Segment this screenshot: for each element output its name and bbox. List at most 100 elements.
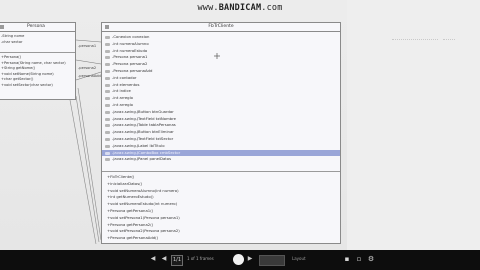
- layout-icon[interactable]: ▫: [355, 255, 363, 264]
- previous-icon[interactable]: ◀: [149, 254, 157, 264]
- attribute-row[interactable]: -int indice: [105, 88, 338, 95]
- field-icon: [105, 124, 110, 128]
- field-icon: [105, 56, 110, 60]
- method-text: +Persona getPersonaAdd(): [107, 235, 159, 241]
- crosshair-cursor-icon: [214, 53, 220, 59]
- attribute-row[interactable]: -javax.swing.JButton btnEliminar: [105, 129, 338, 136]
- attribute-row[interactable]: -javax.swing.JComboBox cmbSector: [102, 149, 340, 157]
- association-line: [75, 59, 102, 65]
- record-icon[interactable]: ▪: [343, 255, 351, 264]
- attribute-text: -javax.swing.JButton btnEliminar: [112, 129, 174, 135]
- skip-back-icon[interactable]: ◀: [160, 254, 168, 264]
- attribute-text: -Persona personaAdd: [112, 67, 153, 73]
- attribute-row[interactable]: -javax.swing.JTextField txtSector: [105, 136, 338, 143]
- attribute-text: -javax.swing.JLabel lblTitulo: [112, 142, 165, 148]
- attribute-row[interactable]: -javax.swing.JLabel lblTitulo: [105, 143, 338, 150]
- method-row[interactable]: +void setPersona1(Persona persona1): [105, 215, 338, 222]
- method-row[interactable]: +void setNumeroEstudo(int numero): [105, 201, 338, 208]
- attribute-text: -Conexion conexion: [112, 34, 150, 39]
- attribute-text: -int arreglo: [112, 101, 133, 107]
- class-box-persona[interactable]: Persona -String nome -char sector +Perso…: [0, 22, 76, 100]
- attribute-row[interactable]: -int arreglo: [105, 95, 338, 102]
- attribute-row[interactable]: -Conexion conexion: [105, 34, 338, 41]
- zoom-slider[interactable]: [259, 255, 285, 266]
- association-label: -persona1: [78, 44, 97, 48]
- method-row[interactable]: +Persona getPersona2(): [105, 222, 338, 229]
- page-input[interactable]: 1/1: [171, 255, 183, 266]
- class-box-fbtrcliente[interactable]: FbTrCliente -Conexion conexion -int numer…: [101, 22, 341, 244]
- field-icon: [105, 103, 110, 107]
- attribute-text: -Persona persona1: [112, 54, 148, 60]
- attribute-row[interactable]: -javax.swing.JPanel panelDatos: [105, 156, 338, 163]
- settings-icon[interactable]: ⚙: [367, 255, 375, 264]
- attribute-row[interactable]: -javax.swing.JButton btnGuardar: [105, 109, 338, 116]
- field-icon: [105, 97, 110, 101]
- field-icon: [105, 137, 110, 141]
- method-row[interactable]: +inicializarDatos(): [105, 181, 338, 188]
- class-name: FbTrCliente: [208, 24, 234, 29]
- methods-section: +FbTrCliente() +inicializarDatos() +void s…: [102, 172, 340, 244]
- method-text: +Persona getPersona2(): [107, 221, 154, 227]
- attribute-text: -javax.swing.JComboBox cmbSector: [112, 149, 181, 155]
- method-row[interactable]: +FbTrCliente(): [105, 174, 338, 181]
- method-text: +void setNumeroAlumno(int numero): [107, 187, 179, 193]
- attribute-row[interactable]: -Persona persona2: [105, 61, 338, 68]
- mode-selector[interactable]: Layout: [292, 254, 332, 264]
- method-row[interactable]: +void setNumeroAlumno(int numero): [105, 188, 338, 195]
- attribute-row[interactable]: -int contador: [105, 75, 338, 82]
- attribute-text: -int contador: [112, 74, 137, 80]
- attribute-text: -int numeroAlumno: [112, 40, 149, 46]
- field-icon: [105, 131, 110, 135]
- field-icon: [105, 151, 110, 155]
- attribute-text: -int elementos: [112, 81, 140, 87]
- method-text: +Persona getPersona1(): [107, 207, 154, 213]
- method-row[interactable]: +int getNumeroEstudo(): [105, 194, 338, 201]
- method-text: +FbTrCliente(): [107, 174, 135, 179]
- field-icon: [105, 49, 110, 53]
- field-icon: [105, 90, 110, 94]
- attribute-row[interactable]: -int numeroEstudo: [105, 48, 338, 55]
- attribute-text: -javax.swing.JTable tablaPersonas: [112, 122, 176, 128]
- attribute-row[interactable]: -javax.swing.JTable tablaPersonas: [105, 122, 338, 129]
- field-icon: [105, 144, 110, 148]
- method-text: +void setNumeroEstudo(int numero): [107, 201, 178, 207]
- attribute-row[interactable]: -int arreglo: [105, 102, 338, 109]
- attribute-text: -javax.swing.JTextField txtSector: [112, 135, 174, 141]
- association-label: -personaAdd: [78, 74, 101, 78]
- method-text: +int getNumeroEstudo(): [107, 194, 154, 200]
- attribute-row[interactable]: -javax.swing.JTextField txtNombre: [105, 116, 338, 123]
- field-icon: [105, 69, 110, 73]
- association-label: -persona2: [78, 66, 97, 70]
- method-text: +void setPersona1(Persona persona1): [107, 214, 180, 220]
- method-row[interactable]: +Persona getPersona1(): [105, 208, 338, 215]
- association-line: [75, 39, 102, 43]
- attribute-text: -javax.swing.JTextField txtNombre: [112, 115, 177, 121]
- attribute-row[interactable]: -int elementos: [105, 82, 338, 89]
- page-count-label: 1 of 1 frames: [187, 256, 214, 261]
- class-name: Persona: [27, 24, 45, 29]
- field-icon: [105, 36, 110, 39]
- class-icon: [105, 25, 109, 29]
- attributes-section: -String nome -char sector: [0, 32, 75, 53]
- field-icon: [105, 76, 110, 80]
- field-icon: [105, 42, 110, 46]
- class-header: FbTrCliente: [102, 23, 340, 32]
- player-toolbar: ◀ ◀ 1/1 1 of 1 frames ▶ Layout ▪ ▫ ⚙: [0, 250, 480, 270]
- method-row[interactable]: +Persona getPersonaAdd(): [105, 235, 338, 242]
- next-icon[interactable]: ▶: [246, 254, 254, 264]
- attribute-text: -int numeroEstudo: [112, 47, 148, 53]
- attribute-text: -int indice: [112, 88, 131, 94]
- attribute-row[interactable]: -Persona personaAdd: [105, 68, 338, 75]
- method-row[interactable]: +void setPersona2(Persona persona2): [105, 228, 338, 235]
- field-icon: [105, 83, 110, 87]
- attribute-text: -javax.swing.JPanel panelDatos: [112, 156, 172, 162]
- attribute-text: -javax.swing.JButton btnGuardar: [112, 108, 174, 114]
- field-icon: [105, 117, 110, 121]
- method-text: +inicializarDatos(): [107, 180, 143, 186]
- attribute-row[interactable]: -int numeroAlumno: [105, 41, 338, 48]
- attribute-row[interactable]: -Persona persona1: [105, 54, 338, 61]
- methods-section: +Persona() +Persona(String nome, char se…: [0, 53, 75, 91]
- progress-knob[interactable]: [233, 254, 244, 265]
- attribute: -char sector: [1, 39, 23, 44]
- attribute-text: -int arreglo: [112, 95, 133, 101]
